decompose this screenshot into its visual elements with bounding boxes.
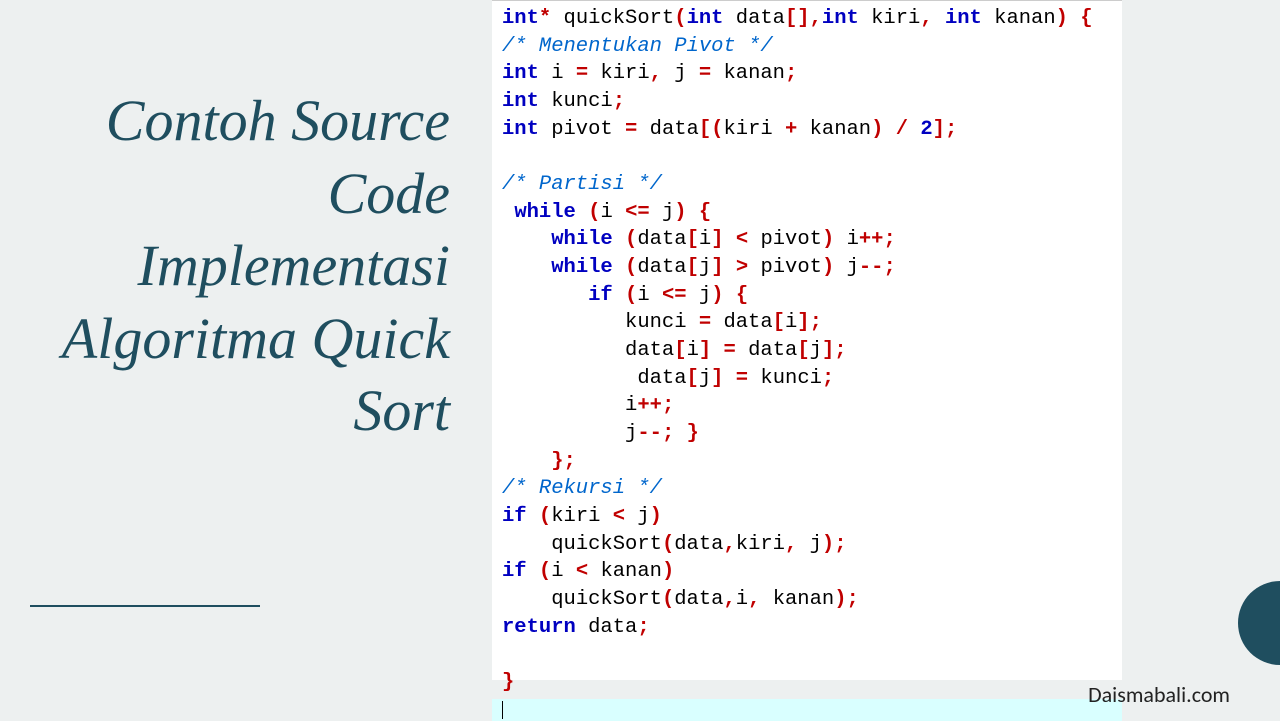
code-line: /* Menentukan Pivot */ <box>502 33 1112 61</box>
code-line: data[j] = kunci; <box>502 365 1112 393</box>
code-line: int* quickSort(int data[],int kiri, int … <box>502 5 1112 33</box>
code-line: /* Partisi */ <box>502 171 1112 199</box>
code-line: if (i < kanan) <box>502 558 1112 586</box>
code-line: if (i <= j) { <box>502 282 1112 310</box>
code-line <box>502 641 1112 669</box>
code-panel: int* quickSort(int data[],int kiri, int … <box>492 0 1122 680</box>
code-line: kunci = data[i]; <box>502 309 1112 337</box>
slide-title: Contoh Source Code Implementasi Algoritm… <box>60 85 450 448</box>
code-line <box>502 143 1112 171</box>
code-line: while (data[j] > pivot) j--; <box>502 254 1112 282</box>
code-line: int pivot = data[(kiri + kanan) / 2]; <box>502 116 1112 144</box>
code-line: int i = kiri, j = kanan; <box>502 60 1112 88</box>
code-line: while (data[i] < pivot) i++; <box>502 226 1112 254</box>
code-line: j--; } <box>502 420 1112 448</box>
code-line: data[i] = data[j]; <box>502 337 1112 365</box>
code-line: /* Rekursi */ <box>502 475 1112 503</box>
decorative-circle <box>1238 581 1280 665</box>
code-listing: int* quickSort(int data[],int kiri, int … <box>502 5 1112 697</box>
title-underline <box>30 605 260 607</box>
code-line: i++; <box>502 392 1112 420</box>
code-line: while (i <= j) { <box>502 199 1112 227</box>
cursor-line-highlight <box>492 699 1122 721</box>
code-line: return data; <box>502 614 1112 642</box>
code-line: quickSort(data,i, kanan); <box>502 586 1112 614</box>
code-line: }; <box>502 448 1112 476</box>
watermark-text: Daismabali.com <box>1088 681 1230 708</box>
code-line: quickSort(data,kiri, j); <box>502 531 1112 559</box>
code-line: if (kiri < j) <box>502 503 1112 531</box>
code-line: } <box>502 669 1112 697</box>
code-line: int kunci; <box>502 88 1112 116</box>
